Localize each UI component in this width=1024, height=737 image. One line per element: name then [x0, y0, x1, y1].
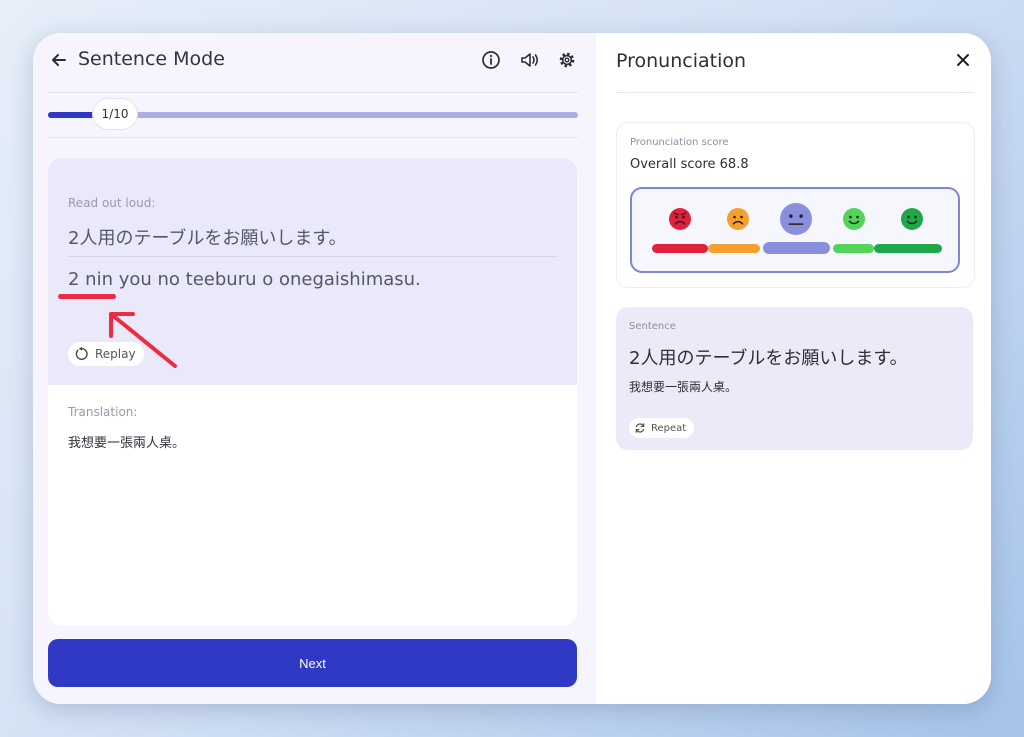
annotation-underline [58, 294, 116, 299]
good-face-icon [843, 208, 865, 230]
sentence-translation: 我想要一張兩人桌。 [629, 380, 738, 394]
meter-segment [708, 244, 760, 253]
pronunciation-panel: Pronunciation Pronunciation score Overal… [596, 33, 991, 704]
replay-button[interactable]: Replay [68, 342, 144, 366]
meter-segment [874, 244, 942, 253]
bad-face-icon [727, 208, 749, 230]
read-section: Read out loud: 2人用のテーブルをお願いします。 2 nin yo… [48, 158, 577, 385]
translation-label: Translation: [68, 405, 138, 419]
gear-icon[interactable] [556, 49, 578, 71]
meter-segment [652, 244, 708, 253]
header-divider [48, 92, 578, 93]
score-card: Pronunciation score Overall score 68.8 [616, 122, 975, 288]
progress-counter: 1/10 [92, 98, 138, 130]
repeat-label: Repeat [651, 422, 687, 434]
sentence-japanese: 2人用のテーブルをお願いします。 [629, 348, 908, 369]
sentence-pane: Sentence Mode 1/10 Read out loud: 2人用のテー… [33, 33, 596, 704]
next-button[interactable]: Next [48, 639, 577, 687]
translation-text: 我想要一張兩人桌。 [68, 436, 186, 451]
page-title: Sentence Mode [78, 48, 225, 70]
meter-segment [763, 242, 830, 254]
sentence-summary-card: Sentence 2人用のテーブルをお願いします。 我想要一張兩人桌。 Repe… [616, 307, 973, 450]
panel-title: Pronunciation [616, 50, 747, 72]
very-bad-face-icon [669, 208, 691, 230]
back-arrow-icon[interactable] [48, 49, 70, 71]
romaji-sentence: 2 nin you no teeburu o onegaishimasu. [68, 269, 421, 290]
score-label: Pronunciation score [630, 137, 729, 148]
panel-divider [616, 92, 973, 93]
overall-score: Overall score 68.8 [630, 157, 749, 172]
close-icon[interactable] [953, 50, 973, 70]
sentence-label: Sentence [629, 321, 676, 332]
score-meter [630, 187, 960, 273]
repeat-button[interactable]: Repeat [629, 418, 695, 438]
replay-label: Replay [95, 347, 136, 361]
very-good-face-icon [901, 208, 923, 230]
sentence-divider [68, 256, 558, 257]
app-window: Sentence Mode 1/10 Read out loud: 2人用のテー… [33, 33, 991, 704]
read-label: Read out loud: [68, 196, 156, 210]
repeat-icon [635, 423, 645, 433]
info-icon[interactable] [480, 49, 502, 71]
sentence-card: Read out loud: 2人用のテーブルをお願いします。 2 nin yo… [48, 158, 577, 626]
japanese-sentence: 2人用のテーブルをお願いします。 [68, 228, 347, 249]
progress-divider [48, 137, 578, 138]
meter-segment [833, 244, 874, 253]
replay-icon [75, 346, 88, 360]
progress-bar: 1/10 [48, 98, 578, 130]
neutral-face-icon [780, 203, 812, 235]
speaker-icon[interactable] [518, 49, 540, 71]
header: Sentence Mode [48, 45, 578, 77]
